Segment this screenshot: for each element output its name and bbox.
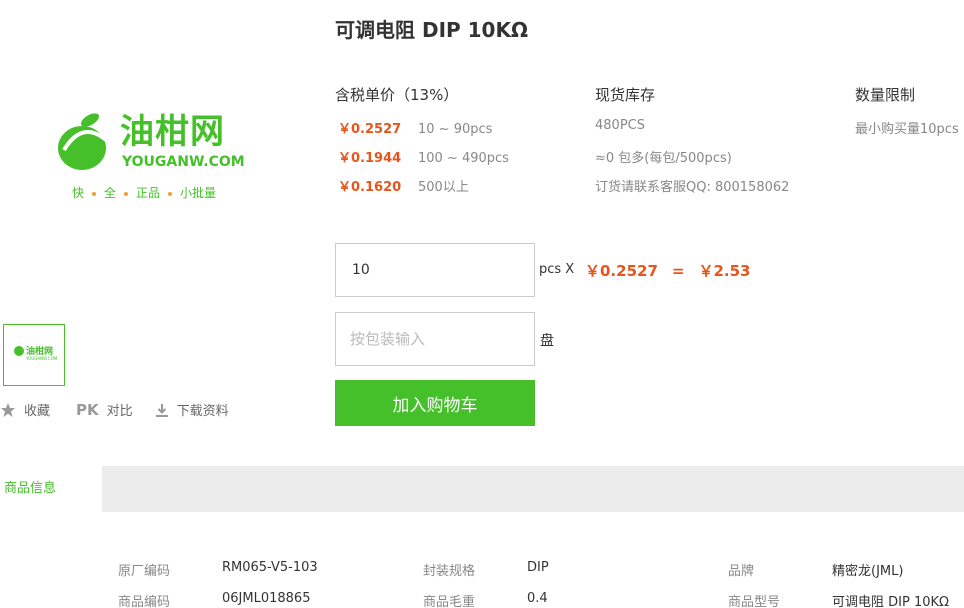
- quantity-input[interactable]: [335, 243, 535, 297]
- spec-item: 封装规格: [423, 560, 475, 579]
- spec-item: 商品毛重: [423, 591, 475, 608]
- total-price: ￥2.53: [698, 262, 751, 280]
- detail-tab-bar: 商品信息: [0, 466, 964, 512]
- spec-value-text: 可调电阻 DIP 10KΩ: [832, 595, 949, 608]
- tab-product-info[interactable]: 商品信息: [0, 466, 102, 512]
- star-icon: [1, 402, 15, 417]
- spec-value-text: 0.4: [527, 591, 548, 606]
- thumb-logo-en: YOUGANW.COM: [26, 356, 58, 361]
- spec-value-text: RM065-V5-103: [222, 560, 318, 575]
- logo-text-en: YOUGANW.COM: [122, 154, 245, 170]
- spec-value: 0.4: [527, 591, 548, 606]
- logo-slogan: 快 全 正品 小批量: [72, 184, 216, 201]
- download-button[interactable]: 下载资料: [155, 400, 229, 419]
- price-tier-row: ￥0.2527 10 ~ 90pcs: [338, 118, 492, 137]
- favorite-button[interactable]: 收藏: [0, 400, 50, 419]
- product-thumbnail[interactable]: 油柑网 YOUGANW.COM: [3, 324, 65, 386]
- slogan-word: 小批量: [180, 186, 217, 200]
- slogan-word: 全: [104, 186, 117, 200]
- download-icon: [155, 403, 168, 417]
- tier-range: 100 ~ 490pcs: [418, 151, 509, 166]
- add-to-cart-button[interactable]: 加入购物车: [335, 380, 535, 426]
- tier-price: ￥0.1944: [338, 151, 402, 166]
- slogan-word: 正品: [136, 186, 161, 200]
- price-tier-row: ￥0.1620 500以上: [338, 176, 469, 195]
- spec-key: 商品型号: [728, 595, 781, 608]
- spec-key: 封装规格: [423, 564, 476, 579]
- slogan-word: 快: [72, 186, 85, 200]
- spec-item: 品牌: [728, 560, 754, 579]
- spec-value: 精密龙(JML): [832, 560, 903, 579]
- limit-header: 数量限制: [855, 86, 916, 104]
- spec-key: 品牌: [728, 564, 755, 579]
- stock-contact: 订货请联系客服QQ: 800158062: [595, 180, 790, 195]
- brand-logo: 油柑网 YOUGANW.COM 快 全 正品 小批量: [52, 104, 252, 204]
- product-actions: 收藏 PK 对比 下载资料: [0, 400, 251, 419]
- package-input[interactable]: [335, 312, 535, 366]
- spec-value: 06JML018865: [222, 591, 310, 606]
- unit-price: ￥0.2527: [585, 262, 658, 280]
- tier-price: ￥0.1620: [338, 180, 402, 195]
- qty-unit-label: pcs X: [539, 262, 575, 277]
- equals-sign: =: [671, 262, 685, 280]
- compare-label: 对比: [106, 404, 133, 419]
- min-order-text: 最小购买量10pcs: [855, 122, 959, 137]
- spec-value-text: DIP: [527, 560, 549, 575]
- stock-packages: ≈0 包多(每包/500pcs): [595, 151, 732, 166]
- favorite-label: 收藏: [24, 404, 51, 419]
- tier-range: 10 ~ 90pcs: [418, 122, 493, 137]
- pk-icon: PK: [76, 400, 99, 419]
- tier-price: ￥0.2527: [338, 122, 402, 137]
- spec-key: 原厂编码: [118, 564, 171, 579]
- price-tier-row: ￥0.1944 100 ~ 490pcs: [338, 147, 509, 166]
- apple-logo-icon: [14, 346, 24, 356]
- spec-item: 商品编码: [118, 591, 170, 608]
- spec-value: DIP: [527, 560, 549, 575]
- logo-text-cn: 油柑网: [120, 112, 225, 152]
- stock-header: 现货库存: [595, 86, 656, 104]
- spec-item: 原厂编码: [118, 560, 170, 579]
- spec-value-text: 精密龙(JML): [832, 564, 904, 579]
- tier-range: 500以上: [418, 180, 469, 195]
- spec-value: 可调电阻 DIP 10KΩ: [832, 591, 949, 608]
- price-calculation: ￥0.2527 = ￥2.53: [585, 260, 750, 281]
- spec-item: 商品型号: [728, 591, 780, 608]
- apple-logo-icon: [58, 113, 108, 170]
- compare-button[interactable]: PK 对比: [76, 400, 133, 420]
- package-unit-label: 盘: [540, 333, 554, 349]
- spec-value: RM065-V5-103: [222, 560, 318, 575]
- spec-key: 商品编码: [118, 595, 171, 608]
- spec-value-text: 06JML018865: [222, 591, 311, 606]
- price-header: 含税单价（13%）: [335, 86, 459, 104]
- stock-quantity: 480PCS: [595, 118, 645, 133]
- spec-key: 商品毛重: [423, 595, 476, 608]
- product-title: 可调电阻 DIP 10KΩ: [335, 18, 528, 42]
- download-label: 下载资料: [176, 404, 229, 419]
